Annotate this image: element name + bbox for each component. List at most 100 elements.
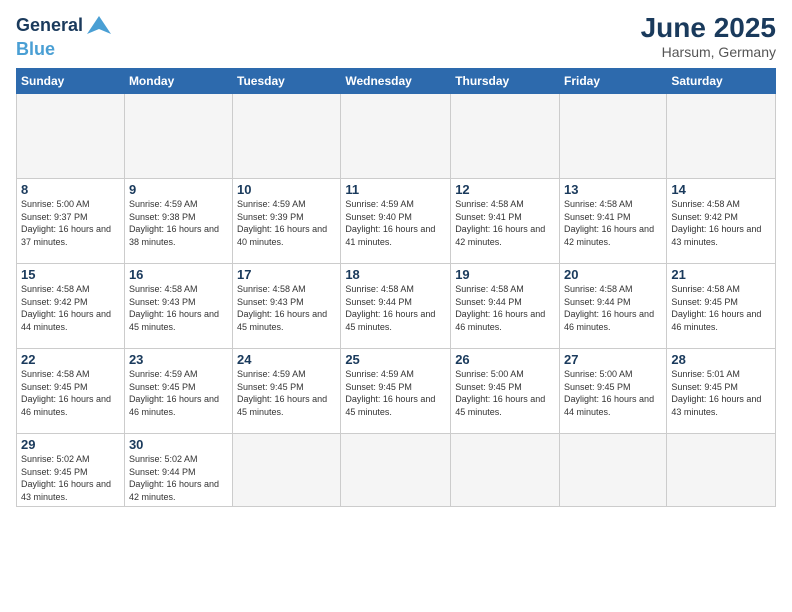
day-number: 9 (129, 182, 228, 197)
logo-blue-text: Blue (16, 40, 113, 60)
day-number: 17 (237, 267, 336, 282)
day-info: Sunrise: 5:02 AMSunset: 9:44 PMDaylight:… (129, 453, 228, 503)
day-info: Sunrise: 4:58 AMSunset: 9:45 PMDaylight:… (671, 283, 771, 333)
calendar-day-cell (560, 434, 667, 507)
weekday-header-row: SundayMondayTuesdayWednesdayThursdayFrid… (17, 69, 776, 94)
day-number: 14 (671, 182, 771, 197)
calendar-day-cell (341, 94, 451, 179)
calendar-day-cell: 12Sunrise: 4:58 AMSunset: 9:41 PMDayligh… (451, 179, 560, 264)
day-info: Sunrise: 4:58 AMSunset: 9:42 PMDaylight:… (21, 283, 120, 333)
day-number: 10 (237, 182, 336, 197)
day-number: 30 (129, 437, 228, 452)
header: General Blue June 2025 Harsum, Germany (16, 12, 776, 60)
calendar-day-cell: 15Sunrise: 4:58 AMSunset: 9:42 PMDayligh… (17, 264, 125, 349)
day-info: Sunrise: 5:02 AMSunset: 9:45 PMDaylight:… (21, 453, 120, 503)
day-info: Sunrise: 4:58 AMSunset: 9:44 PMDaylight:… (345, 283, 446, 333)
calendar-day-cell: 23Sunrise: 4:59 AMSunset: 9:45 PMDayligh… (124, 349, 232, 434)
calendar-day-cell: 17Sunrise: 4:58 AMSunset: 9:43 PMDayligh… (233, 264, 341, 349)
day-info: Sunrise: 5:00 AMSunset: 9:45 PMDaylight:… (564, 368, 662, 418)
day-number: 12 (455, 182, 555, 197)
day-number: 24 (237, 352, 336, 367)
day-number: 25 (345, 352, 446, 367)
day-number: 20 (564, 267, 662, 282)
calendar-day-cell: 25Sunrise: 4:59 AMSunset: 9:45 PMDayligh… (341, 349, 451, 434)
weekday-header: Friday (560, 69, 667, 94)
day-info: Sunrise: 4:59 AMSunset: 9:45 PMDaylight:… (129, 368, 228, 418)
calendar-day-cell (233, 434, 341, 507)
calendar-day-cell: 11Sunrise: 4:59 AMSunset: 9:40 PMDayligh… (341, 179, 451, 264)
day-number: 22 (21, 352, 120, 367)
calendar-day-cell: 9Sunrise: 4:59 AMSunset: 9:38 PMDaylight… (124, 179, 232, 264)
day-info: Sunrise: 4:58 AMSunset: 9:44 PMDaylight:… (564, 283, 662, 333)
calendar-day-cell: 18Sunrise: 4:58 AMSunset: 9:44 PMDayligh… (341, 264, 451, 349)
calendar-week-row: 15Sunrise: 4:58 AMSunset: 9:42 PMDayligh… (17, 264, 776, 349)
calendar-day-cell: 30Sunrise: 5:02 AMSunset: 9:44 PMDayligh… (124, 434, 232, 507)
day-number: 27 (564, 352, 662, 367)
calendar-day-cell (17, 94, 125, 179)
calendar-day-cell: 19Sunrise: 4:58 AMSunset: 9:44 PMDayligh… (451, 264, 560, 349)
logo-text: General (16, 12, 113, 40)
calendar-day-cell (341, 434, 451, 507)
day-number: 21 (671, 267, 771, 282)
calendar-day-cell (451, 434, 560, 507)
calendar-day-cell: 20Sunrise: 4:58 AMSunset: 9:44 PMDayligh… (560, 264, 667, 349)
day-info: Sunrise: 4:58 AMSunset: 9:41 PMDaylight:… (564, 198, 662, 248)
day-info: Sunrise: 4:58 AMSunset: 9:43 PMDaylight:… (129, 283, 228, 333)
calendar-day-cell (667, 434, 776, 507)
day-number: 26 (455, 352, 555, 367)
weekday-header: Wednesday (341, 69, 451, 94)
day-number: 8 (21, 182, 120, 197)
day-info: Sunrise: 4:59 AMSunset: 9:45 PMDaylight:… (237, 368, 336, 418)
day-number: 28 (671, 352, 771, 367)
calendar-week-row (17, 94, 776, 179)
day-info: Sunrise: 4:59 AMSunset: 9:39 PMDaylight:… (237, 198, 336, 248)
day-number: 13 (564, 182, 662, 197)
day-info: Sunrise: 4:58 AMSunset: 9:41 PMDaylight:… (455, 198, 555, 248)
day-number: 29 (21, 437, 120, 452)
day-info: Sunrise: 4:58 AMSunset: 9:44 PMDaylight:… (455, 283, 555, 333)
weekday-header: Thursday (451, 69, 560, 94)
calendar-table: SundayMondayTuesdayWednesdayThursdayFrid… (16, 68, 776, 507)
calendar-day-cell (233, 94, 341, 179)
calendar-day-cell (124, 94, 232, 179)
weekday-header: Monday (124, 69, 232, 94)
day-info: Sunrise: 4:58 AMSunset: 9:43 PMDaylight:… (237, 283, 336, 333)
calendar-day-cell: 29Sunrise: 5:02 AMSunset: 9:45 PMDayligh… (17, 434, 125, 507)
weekday-header: Sunday (17, 69, 125, 94)
day-number: 11 (345, 182, 446, 197)
calendar-day-cell: 27Sunrise: 5:00 AMSunset: 9:45 PMDayligh… (560, 349, 667, 434)
day-number: 23 (129, 352, 228, 367)
calendar-day-cell: 8Sunrise: 5:00 AMSunset: 9:37 PMDaylight… (17, 179, 125, 264)
calendar-day-cell: 16Sunrise: 4:58 AMSunset: 9:43 PMDayligh… (124, 264, 232, 349)
day-info: Sunrise: 4:59 AMSunset: 9:45 PMDaylight:… (345, 368, 446, 418)
calendar-week-row: 29Sunrise: 5:02 AMSunset: 9:45 PMDayligh… (17, 434, 776, 507)
calendar-day-cell: 28Sunrise: 5:01 AMSunset: 9:45 PMDayligh… (667, 349, 776, 434)
day-info: Sunrise: 5:00 AMSunset: 9:37 PMDaylight:… (21, 198, 120, 248)
day-info: Sunrise: 4:59 AMSunset: 9:40 PMDaylight:… (345, 198, 446, 248)
day-number: 15 (21, 267, 120, 282)
day-info: Sunrise: 4:58 AMSunset: 9:42 PMDaylight:… (671, 198, 771, 248)
day-number: 16 (129, 267, 228, 282)
day-info: Sunrise: 5:01 AMSunset: 9:45 PMDaylight:… (671, 368, 771, 418)
calendar-day-cell: 22Sunrise: 4:58 AMSunset: 9:45 PMDayligh… (17, 349, 125, 434)
day-number: 18 (345, 267, 446, 282)
calendar-day-cell (560, 94, 667, 179)
calendar-day-cell: 21Sunrise: 4:58 AMSunset: 9:45 PMDayligh… (667, 264, 776, 349)
weekday-header: Saturday (667, 69, 776, 94)
title-block: June 2025 Harsum, Germany (641, 12, 776, 60)
weekday-header: Tuesday (233, 69, 341, 94)
calendar-day-cell (667, 94, 776, 179)
day-info: Sunrise: 4:58 AMSunset: 9:45 PMDaylight:… (21, 368, 120, 418)
day-number: 19 (455, 267, 555, 282)
calendar-day-cell: 10Sunrise: 4:59 AMSunset: 9:39 PMDayligh… (233, 179, 341, 264)
calendar-week-row: 22Sunrise: 4:58 AMSunset: 9:45 PMDayligh… (17, 349, 776, 434)
location: Harsum, Germany (641, 44, 776, 60)
calendar-day-cell: 14Sunrise: 4:58 AMSunset: 9:42 PMDayligh… (667, 179, 776, 264)
logo: General Blue (16, 12, 113, 60)
calendar-day-cell: 24Sunrise: 4:59 AMSunset: 9:45 PMDayligh… (233, 349, 341, 434)
day-info: Sunrise: 4:59 AMSunset: 9:38 PMDaylight:… (129, 198, 228, 248)
calendar-day-cell: 26Sunrise: 5:00 AMSunset: 9:45 PMDayligh… (451, 349, 560, 434)
calendar-day-cell: 13Sunrise: 4:58 AMSunset: 9:41 PMDayligh… (560, 179, 667, 264)
page: General Blue June 2025 Harsum, Germany S… (0, 0, 792, 612)
month-year: June 2025 (641, 12, 776, 44)
